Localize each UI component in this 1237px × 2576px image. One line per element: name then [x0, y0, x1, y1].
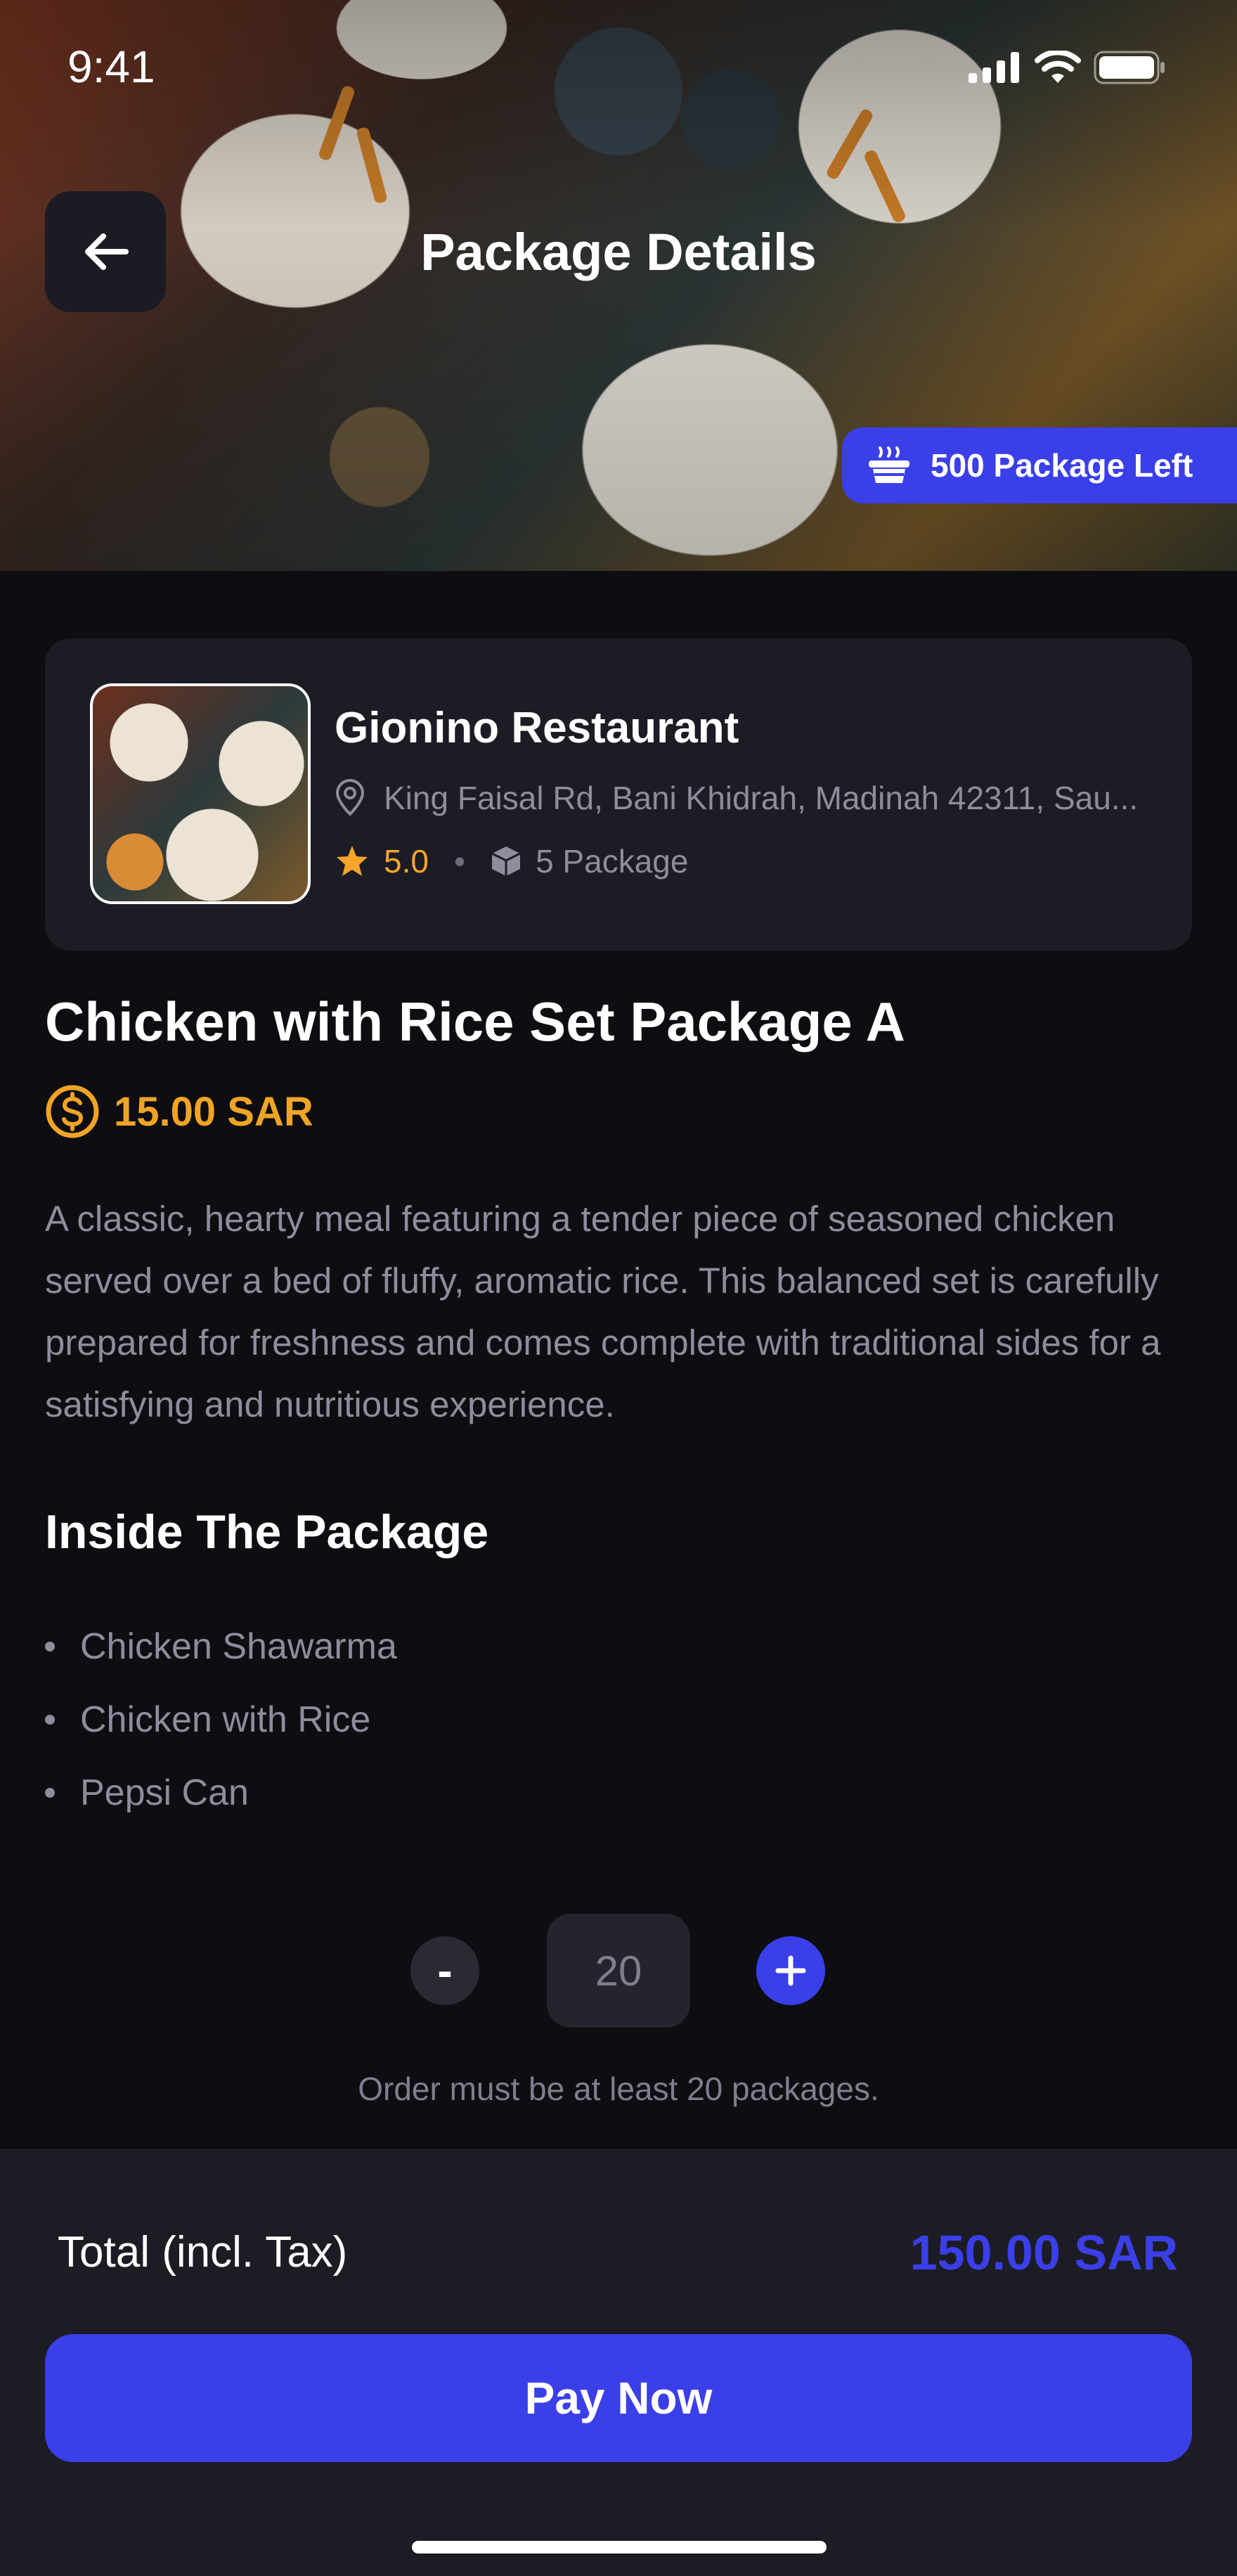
total-label: Total (incl. Tax) [58, 2228, 348, 2276]
package-price-row: 15.00 SAR [45, 1084, 313, 1139]
minimum-order-note: Order must be at least 20 packages. [358, 2071, 879, 2107]
inside-package-list: Chicken Shawarma Chicken with Rice Pepsi… [45, 1610, 397, 1829]
decrease-quantity-button[interactable]: - [410, 1936, 479, 2005]
list-item: Pepsi Can [45, 1756, 397, 1829]
restaurant-address-row: King Faisal Rd, Bani Khidrah, Madinah 42… [335, 779, 1138, 817]
quantity-value[interactable]: 20 [547, 1914, 690, 2028]
page-title: Package Details [420, 223, 817, 281]
star-icon [337, 846, 368, 876]
food-container-icon [869, 446, 909, 483]
home-indicator [412, 2541, 827, 2554]
status-icons [969, 51, 1167, 84]
total-value: 150.00 SAR [909, 2225, 1178, 2280]
package-title: Chicken with Rice Set Package A [45, 991, 905, 1052]
list-item: Chicken Shawarma [45, 1610, 397, 1683]
separator-dot: • [453, 843, 466, 880]
coin-icon [46, 1085, 99, 1138]
inside-package-heading: Inside The Package [45, 1505, 489, 1559]
battery-icon [1094, 51, 1165, 84]
package-description: A classic, hearty meal featuring a tende… [45, 1199, 1161, 1424]
pay-now-button[interactable]: Pay Now [45, 2334, 1192, 2462]
signal-icon [969, 52, 1019, 83]
restaurant-package-count: 5 Package [536, 843, 689, 880]
restaurant-thumbnail [90, 683, 311, 904]
location-pin-icon [335, 779, 365, 816]
package-price: 15.00 SAR [114, 1088, 313, 1135]
wifi-icon [1035, 51, 1081, 83]
status-time: 9:41 [67, 41, 155, 92]
checkout-footer: Total (incl. Tax) 150.00 SAR Pay Now [0, 2149, 1237, 2576]
restaurant-address: King Faisal Rd, Bani Khidrah, Madinah 42… [384, 780, 1139, 816]
plus-icon [775, 1955, 806, 1986]
packages-left-badge: 500 Package Left [842, 427, 1237, 503]
restaurant-card[interactable]: Gionino Restaurant King Faisal Rd, Bani … [45, 638, 1192, 951]
restaurant-rating: 5.0 [384, 843, 429, 880]
restaurant-meta: 5.0 • 5 Package [335, 842, 688, 880]
packages-left-text: 500 Package Left [931, 447, 1193, 484]
increase-quantity-button[interactable] [756, 1936, 825, 2005]
hero-image: 9:41 Package Details 500 Package Left [0, 0, 1237, 571]
list-item: Chicken with Rice [45, 1683, 397, 1756]
restaurant-name: Gionino Restaurant [335, 704, 739, 752]
box-icon [491, 846, 521, 876]
